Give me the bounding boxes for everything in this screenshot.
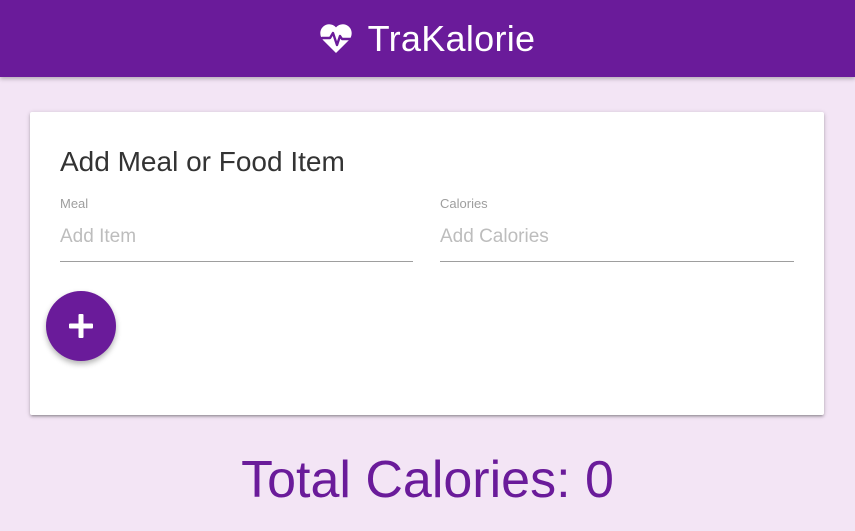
total-calories-value: 0	[585, 451, 614, 509]
add-item-card: Add Meal or Food Item Meal Calories	[30, 112, 824, 415]
calories-input[interactable]	[440, 226, 794, 262]
card-title: Add Meal or Food Item	[60, 146, 345, 177]
navbar: TraKalorie	[0, 0, 855, 77]
meal-input[interactable]	[60, 226, 413, 262]
total-calories: Total Calories: 0	[0, 451, 855, 511]
brand-logo-link[interactable]: TraKalorie	[319, 17, 536, 59]
heartbeat-icon	[319, 23, 352, 54]
meal-label: Meal	[60, 196, 89, 211]
meal-field-group: Meal	[60, 196, 413, 262]
calories-label: Calories	[440, 196, 488, 211]
add-item-button[interactable]	[46, 291, 116, 361]
total-calories-label: Total Calories:	[241, 451, 571, 509]
app-title: TraKalorie	[367, 17, 536, 59]
plus-icon	[69, 314, 93, 338]
calories-field-group: Calories	[440, 196, 794, 262]
